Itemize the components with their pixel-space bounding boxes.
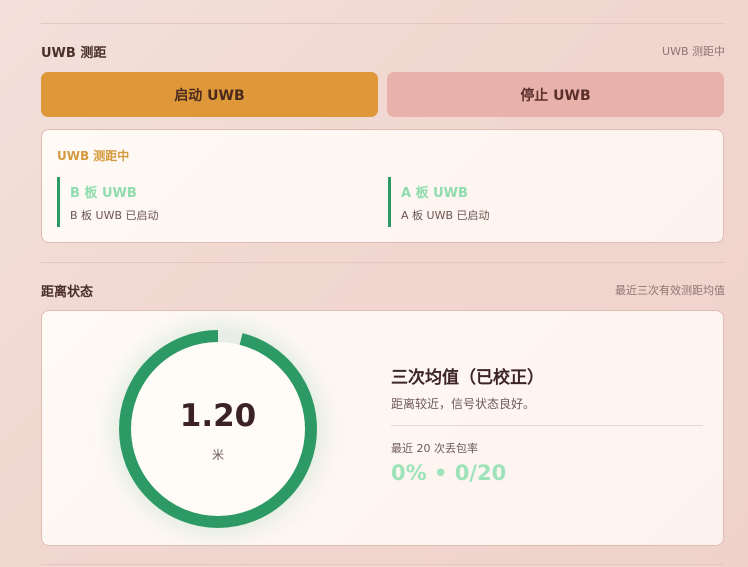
uwb-status-card: UWB 测距中 B 板 UWB B 板 UWB 已启动 A 板 UWB A 板 … [41, 129, 724, 243]
distance-unit: 米 [211, 448, 224, 462]
packet-loss-value: 0% • 0/20 [391, 461, 507, 485]
distance-gauge: 1.20 米 [108, 319, 328, 539]
bottom-divider [41, 564, 725, 565]
average-description: 距离较近，信号状态良好。 [391, 397, 536, 411]
board-a-name: A 板 UWB [401, 186, 468, 201]
average-title: 三次均值（已校正） [391, 368, 544, 388]
info-divider [391, 425, 703, 426]
uwb-card-status-title: UWB 测距中 [57, 149, 130, 163]
distance-value: 1.20 [179, 398, 257, 434]
top-divider [41, 23, 725, 24]
board-b-status: B 板 UWB B 板 UWB 已启动 [57, 177, 357, 227]
uwb-status-text: UWB 测距中 [662, 45, 725, 58]
packet-loss-label: 最近 20 次丢包率 [391, 442, 478, 455]
distance-meta: 最近三次有效测距均值 [615, 284, 725, 297]
distance-card: 1.20 米 三次均值（已校正） 距离较近，信号状态良好。 最近 20 次丢包率… [41, 310, 724, 546]
distance-section-title: 距离状态 [41, 285, 94, 300]
board-b-name: B 板 UWB [70, 186, 137, 201]
board-a-status: A 板 UWB A 板 UWB 已启动 [388, 177, 688, 227]
board-b-desc: B 板 UWB 已启动 [70, 209, 159, 222]
stop-uwb-button[interactable]: 停止 UWB [387, 72, 724, 117]
middle-divider [41, 262, 725, 263]
start-uwb-button[interactable]: 启动 UWB [41, 72, 378, 117]
board-a-desc: A 板 UWB 已启动 [401, 209, 490, 222]
uwb-section-title: UWB 测距 [41, 46, 107, 61]
